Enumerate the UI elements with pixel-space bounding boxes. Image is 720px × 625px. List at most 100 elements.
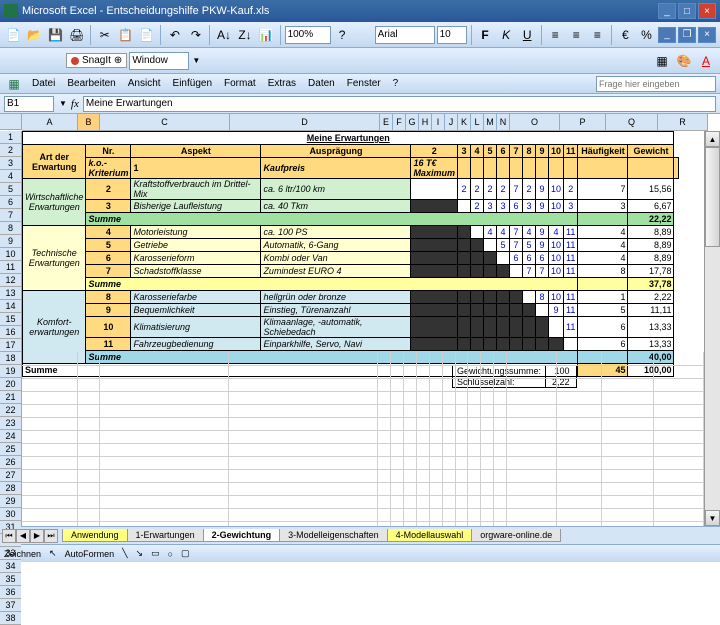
save-button[interactable]: 💾 xyxy=(46,25,65,45)
col-header-I[interactable]: I xyxy=(432,114,445,131)
empty-cell[interactable] xyxy=(556,378,602,391)
matrix-cell[interactable]: 6 xyxy=(535,252,548,265)
row-header-27[interactable]: 27 xyxy=(0,469,21,482)
row-aspekt[interactable]: Karosseriefarbe xyxy=(131,291,261,304)
matrix-cell[interactable]: 9 xyxy=(535,239,548,252)
name-box-dropdown-icon[interactable]: ▼ xyxy=(59,99,67,108)
copy-button[interactable]: 📋 xyxy=(116,25,135,45)
open-button[interactable]: 📂 xyxy=(25,25,44,45)
empty-cell[interactable] xyxy=(378,430,391,443)
empty-cell[interactable] xyxy=(654,391,704,404)
row-header-8[interactable]: 8 xyxy=(0,222,21,235)
empty-cell[interactable] xyxy=(455,378,468,391)
row-header-16[interactable]: 16 xyxy=(0,326,21,339)
empty-cell[interactable] xyxy=(654,417,704,430)
menu-ansicht[interactable]: Ansicht xyxy=(122,76,167,91)
empty-cell[interactable] xyxy=(390,443,403,456)
empty-cell[interactable] xyxy=(442,378,455,391)
empty-cell[interactable] xyxy=(481,378,494,391)
empty-cell[interactable] xyxy=(556,391,602,404)
empty-cell[interactable] xyxy=(507,404,557,417)
empty-cell[interactable] xyxy=(507,430,557,443)
empty-cell[interactable] xyxy=(455,508,468,521)
matrix-cell[interactable]: 2 xyxy=(563,179,578,200)
matrix-cell[interactable]: 11 xyxy=(563,291,578,304)
empty-cell[interactable] xyxy=(229,456,378,469)
matrix-cell[interactable]: 7 xyxy=(509,179,522,200)
snagit-button[interactable]: SnagIt ⊕ xyxy=(66,53,127,68)
row-aus[interactable]: Einstieg, Türenanzahl xyxy=(261,304,411,317)
tab-next-button[interactable]: ▶ xyxy=(30,529,44,543)
empty-cell[interactable] xyxy=(378,404,391,417)
empty-cell[interactable] xyxy=(403,391,416,404)
row-nr[interactable]: 10 xyxy=(86,317,131,338)
row-aus[interactable]: Automatik, 6-Gang xyxy=(261,239,411,252)
row-header-1[interactable]: 1 xyxy=(0,131,21,144)
matrix-cell[interactable]: 11 xyxy=(563,304,578,317)
empty-cell[interactable] xyxy=(442,391,455,404)
menu-einfügen[interactable]: Einfügen xyxy=(167,76,218,91)
empty-cell[interactable] xyxy=(229,378,378,391)
empty-cell[interactable] xyxy=(416,508,429,521)
empty-cell[interactable] xyxy=(507,495,557,508)
empty-cell[interactable] xyxy=(468,430,481,443)
row-header-11[interactable]: 11 xyxy=(0,261,21,274)
empty-cell[interactable] xyxy=(378,469,391,482)
zeichnen-menu[interactable]: Zeichnen xyxy=(4,549,41,559)
empty-cell[interactable] xyxy=(507,482,557,495)
row-header-12[interactable]: 12 xyxy=(0,274,21,287)
empty-cell[interactable] xyxy=(468,482,481,495)
empty-cell[interactable] xyxy=(22,456,78,469)
matrix-cell[interactable]: 3 xyxy=(496,200,509,213)
empty-cell[interactable] xyxy=(390,378,403,391)
minimize-button[interactable]: _ xyxy=(658,3,676,19)
empty-cell[interactable] xyxy=(429,508,442,521)
row-nr[interactable]: 8 xyxy=(86,291,131,304)
empty-cell[interactable] xyxy=(602,456,654,469)
empty-cell[interactable] xyxy=(403,378,416,391)
empty-cell[interactable] xyxy=(78,404,100,417)
matrix-cell[interactable]: 3 xyxy=(563,200,578,213)
row-aus[interactable]: Zumindest EURO 4 xyxy=(261,265,411,278)
col-header-A[interactable]: A xyxy=(22,114,78,131)
menu-daten[interactable]: Daten xyxy=(302,76,341,91)
matrix-cell[interactable]: 10 xyxy=(548,200,563,213)
empty-cell[interactable] xyxy=(556,508,602,521)
empty-cell[interactable] xyxy=(22,443,78,456)
empty-cell[interactable] xyxy=(378,352,391,365)
fx-icon[interactable]: fx xyxy=(71,98,79,110)
row-aspekt[interactable]: Getriebe xyxy=(131,239,261,252)
matrix-cell[interactable]: 10 xyxy=(548,179,563,200)
empty-cell[interactable] xyxy=(468,495,481,508)
col-header-Q[interactable]: Q xyxy=(606,114,658,131)
empty-cell[interactable] xyxy=(602,365,654,378)
empty-cell[interactable] xyxy=(403,430,416,443)
row-header-19[interactable]: 19 xyxy=(0,365,21,378)
sheet-tab-1[interactable]: 1-Erwartungen xyxy=(127,529,204,542)
empty-cell[interactable] xyxy=(403,443,416,456)
empty-cell[interactable] xyxy=(468,391,481,404)
menu-?[interactable]: ? xyxy=(387,76,405,91)
row-header-10[interactable]: 10 xyxy=(0,248,21,261)
empty-cell[interactable] xyxy=(416,365,429,378)
col-header-K[interactable]: K xyxy=(458,114,471,131)
empty-cell[interactable] xyxy=(602,482,654,495)
matrix-cell[interactable] xyxy=(470,226,483,239)
empty-cell[interactable] xyxy=(78,456,100,469)
empty-cell[interactable] xyxy=(507,456,557,469)
empty-cell[interactable] xyxy=(403,469,416,482)
empty-cell[interactable] xyxy=(429,378,442,391)
empty-cell[interactable] xyxy=(654,495,704,508)
sort-desc-button[interactable]: Z↓ xyxy=(235,25,254,45)
empty-cell[interactable] xyxy=(229,391,378,404)
empty-cell[interactable] xyxy=(442,417,455,430)
empty-cell[interactable] xyxy=(429,365,442,378)
empty-cell[interactable] xyxy=(455,352,468,365)
empty-cell[interactable] xyxy=(494,365,507,378)
matrix-cell[interactable]: 10 xyxy=(548,291,563,304)
row-header-3[interactable]: 3 xyxy=(0,157,21,170)
underline-button[interactable]: U xyxy=(518,25,537,45)
close-button[interactable]: × xyxy=(698,3,716,19)
empty-cell[interactable] xyxy=(494,482,507,495)
empty-cell[interactable] xyxy=(378,456,391,469)
